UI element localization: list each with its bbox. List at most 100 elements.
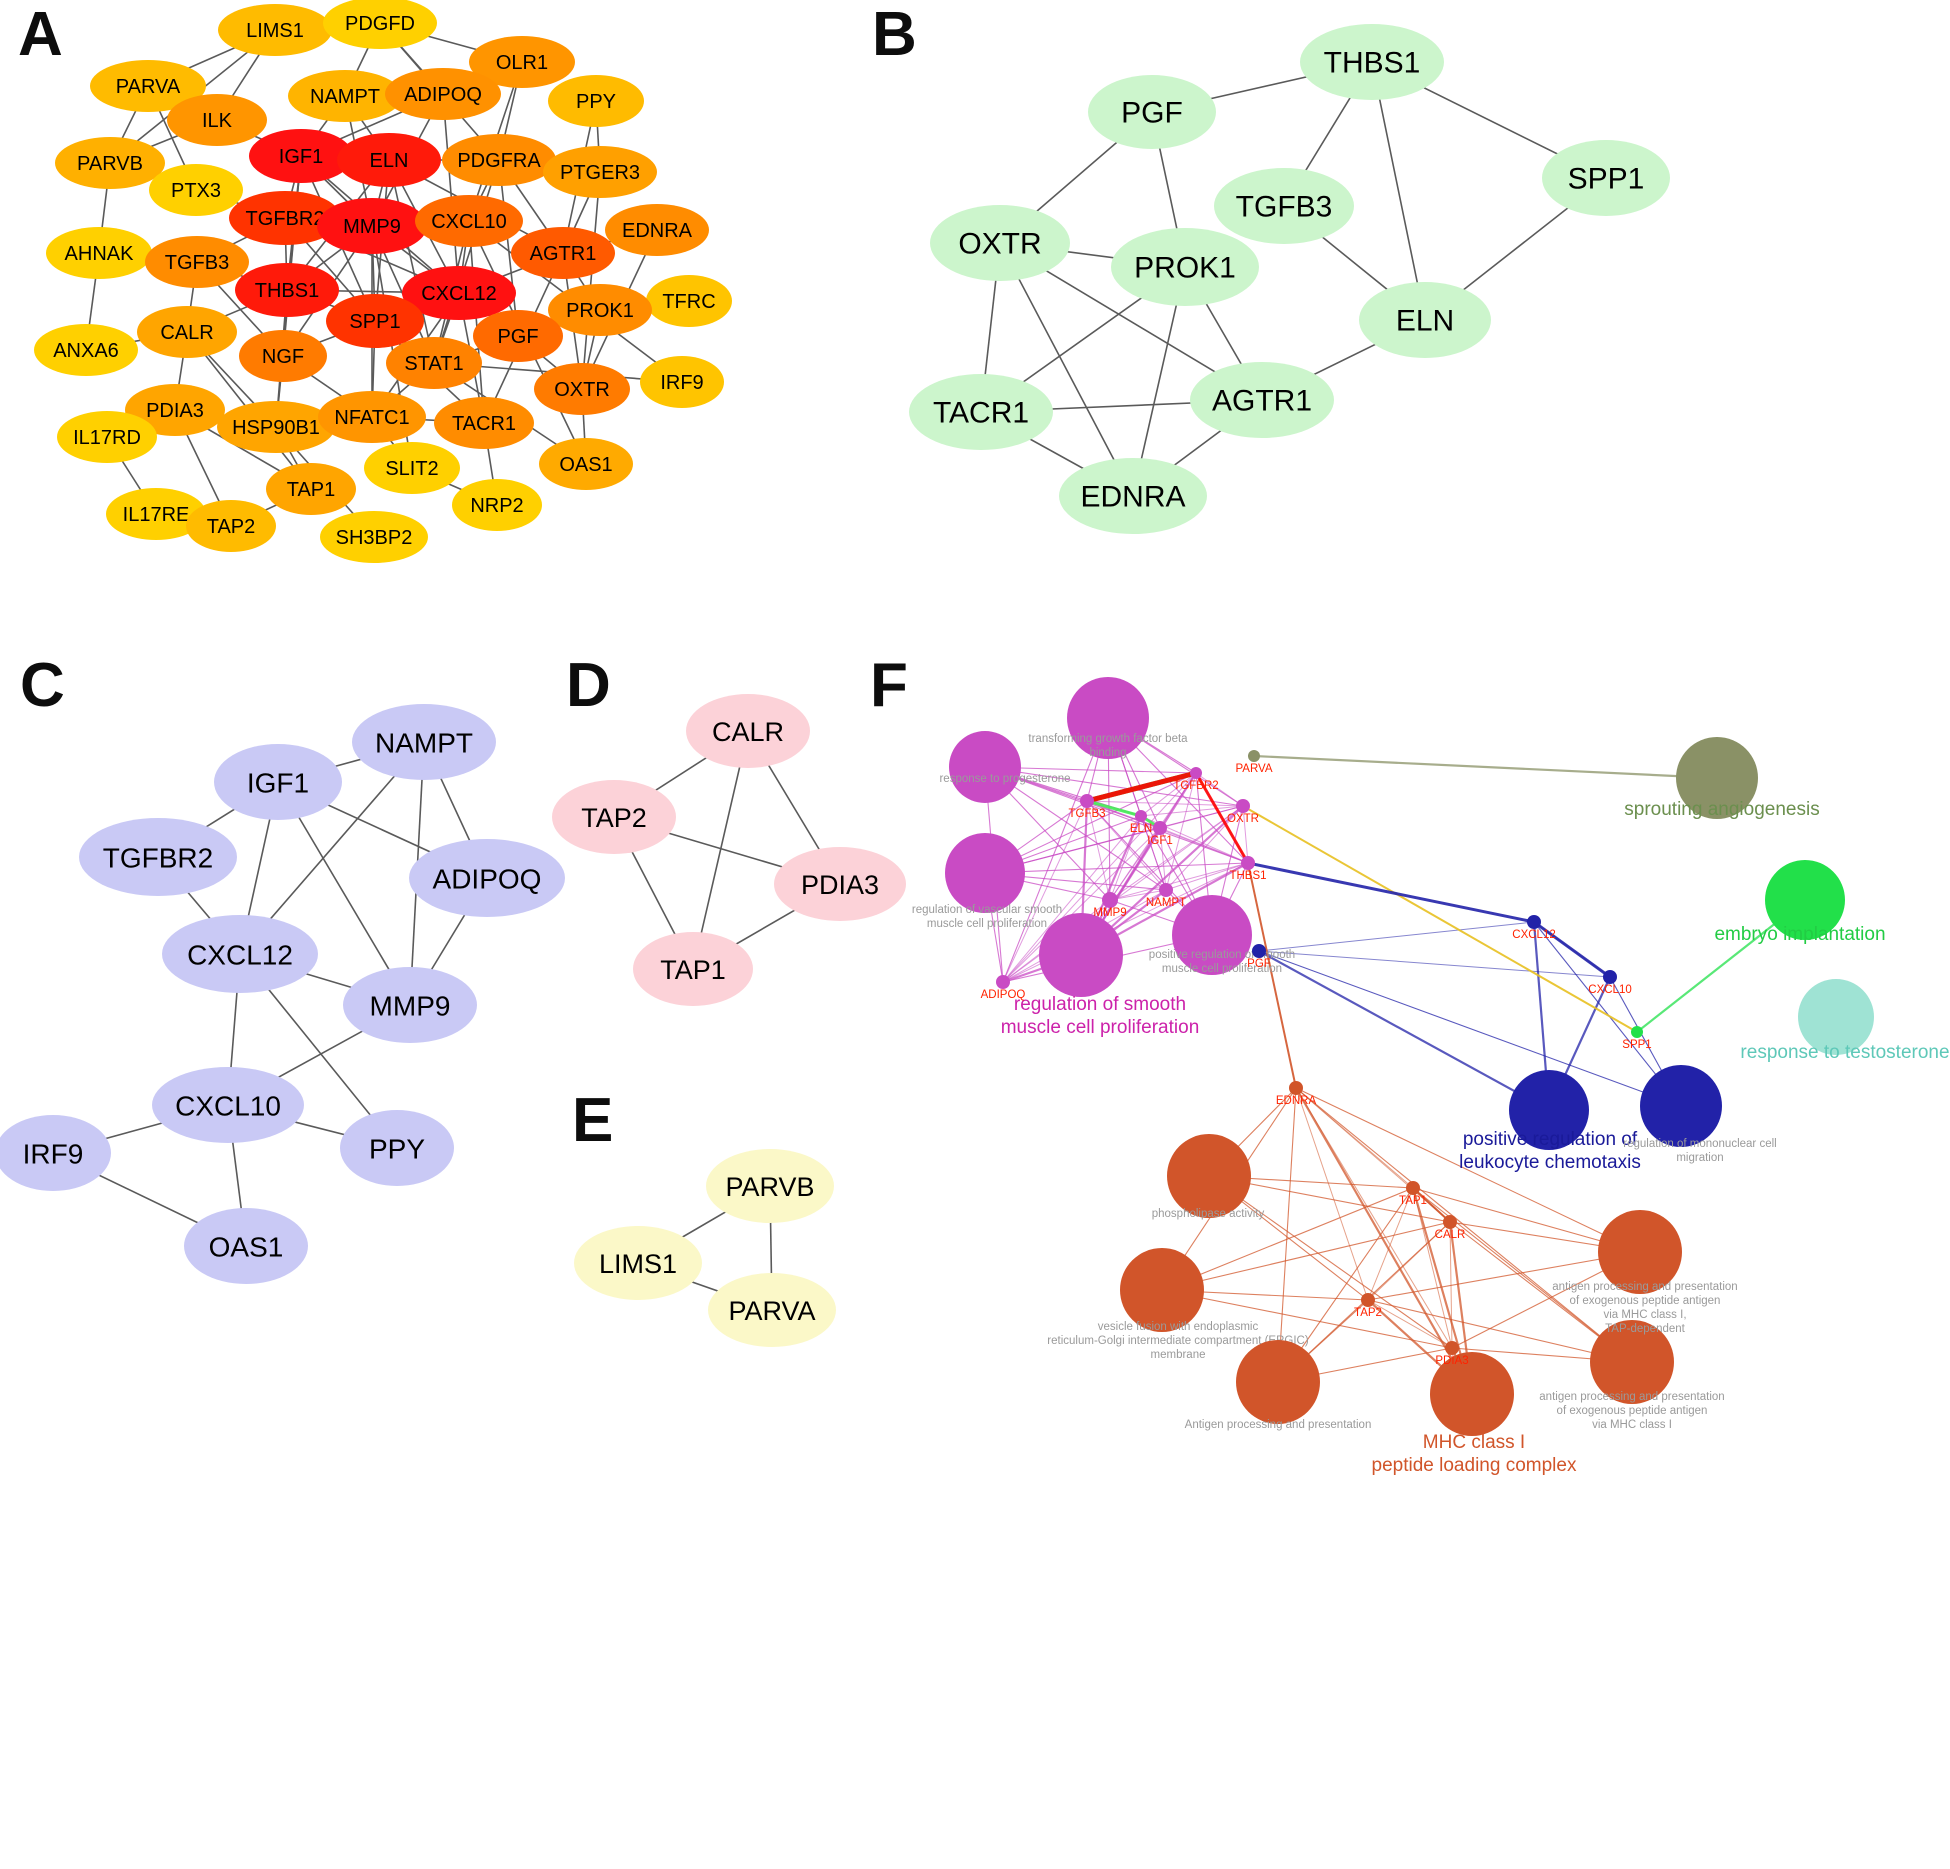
go-term-circle[interactable] — [945, 833, 1025, 913]
go-term-circle[interactable] — [949, 731, 1021, 803]
gene-dot[interactable] — [1159, 883, 1173, 897]
gene-dot[interactable] — [1241, 856, 1255, 870]
network-node[interactable]: CXCL10 — [152, 1067, 304, 1143]
network-node[interactable]: SPP1 — [326, 294, 424, 348]
network-node[interactable]: NAMPT — [352, 704, 496, 780]
network-node[interactable]: TAP2 — [552, 780, 676, 854]
go-term-circle[interactable] — [1120, 1248, 1204, 1332]
network-node[interactable]: OAS1 — [184, 1208, 308, 1284]
network-node[interactable]: PROK1 — [1111, 228, 1259, 306]
gene-dot[interactable] — [1445, 1341, 1459, 1355]
network-node[interactable]: LIMS1 — [218, 4, 332, 56]
gene-node[interactable]: CXCL10 — [1588, 970, 1632, 996]
network-node[interactable]: PARVB — [55, 137, 165, 189]
go-term-node[interactable]: embryo implantation — [1714, 860, 1886, 945]
network-node[interactable]: PPY — [548, 75, 644, 127]
network-node[interactable]: THBS1 — [1300, 24, 1444, 100]
gene-dot[interactable] — [1248, 750, 1260, 762]
network-node[interactable]: TGFB3 — [145, 236, 249, 288]
network-node[interactable]: PPY — [340, 1110, 454, 1186]
go-term-node[interactable]: positive regulation ofleukocyte chemotax… — [1459, 1070, 1641, 1173]
network-node[interactable]: TFRC — [646, 275, 732, 327]
gene-dot[interactable] — [1361, 1293, 1375, 1307]
network-node[interactable]: IRF9 — [640, 356, 724, 408]
gene-node[interactable]: TAP1 — [1399, 1181, 1427, 1207]
network-node[interactable]: HSP90B1 — [217, 401, 335, 453]
network-node[interactable]: NAMPT — [288, 70, 402, 122]
go-term-node[interactable]: transforming growth factor beta binding — [1028, 677, 1188, 759]
network-node[interactable]: TGFBR2 — [79, 818, 237, 896]
go-term-circle[interactable] — [1039, 913, 1123, 997]
go-term-circle[interactable] — [1640, 1065, 1722, 1147]
go-term-node[interactable]: sprouting angiogenesis — [1624, 737, 1820, 820]
go-term-node[interactable]: antigen processing and presentation of ex… — [1539, 1320, 1725, 1431]
gene-dot[interactable] — [1135, 810, 1147, 822]
gene-dot[interactable] — [1527, 915, 1541, 929]
network-node[interactable]: CXCL12 — [162, 915, 318, 993]
network-node[interactable]: PROK1 — [548, 284, 652, 336]
gene-dot[interactable] — [1190, 767, 1202, 779]
network-node[interactable]: ADIPOQ — [409, 839, 565, 917]
network-node[interactable]: SLIT2 — [364, 442, 460, 494]
network-node[interactable]: PTGER3 — [543, 146, 657, 198]
network-node[interactable]: ANXA6 — [34, 324, 138, 376]
network-node[interactable]: SH3BP2 — [320, 511, 428, 563]
network-node[interactable]: NGF — [239, 330, 327, 382]
network-node[interactable]: TAP2 — [186, 500, 276, 552]
go-term-node[interactable]: Antigen processing and presentation — [1185, 1340, 1372, 1431]
network-node[interactable]: IL17RD — [57, 411, 157, 463]
gene-node[interactable]: MMP9 — [1093, 892, 1127, 919]
go-term-circle[interactable] — [1167, 1134, 1251, 1218]
network-node[interactable]: EDNRA — [605, 204, 709, 256]
network-node[interactable]: TACR1 — [434, 397, 534, 449]
network-node[interactable]: NFATC1 — [318, 391, 426, 443]
gene-dot[interactable] — [1289, 1081, 1303, 1095]
go-term-node[interactable]: phospholipase activity — [1152, 1134, 1265, 1220]
gene-dot[interactable] — [1102, 892, 1118, 908]
go-term-node[interactable]: regulation of mononuclear cell migration — [1623, 1065, 1777, 1164]
gene-node[interactable]: SPP1 — [1622, 1026, 1652, 1051]
network-node[interactable]: CALR — [137, 306, 237, 358]
network-node[interactable]: AHNAK — [46, 227, 152, 279]
network-node[interactable]: PDIA3 — [774, 847, 906, 921]
network-node[interactable]: TAP1 — [633, 932, 753, 1006]
gene-dot[interactable] — [996, 975, 1010, 989]
go-term-circle[interactable] — [1236, 1340, 1320, 1424]
gene-dot[interactable] — [1603, 970, 1617, 984]
network-node[interactable]: ADIPOQ — [385, 68, 501, 120]
gene-dot[interactable] — [1252, 944, 1266, 958]
network-node[interactable]: AGTR1 — [511, 227, 615, 279]
network-node[interactable]: TGFB3 — [1214, 168, 1354, 244]
network-node[interactable]: MMP9 — [317, 198, 427, 254]
gene-dot[interactable] — [1236, 799, 1250, 813]
network-node[interactable]: IRF9 — [0, 1115, 111, 1191]
network-node[interactable]: PGF — [1088, 75, 1216, 149]
network-node[interactable]: MMP9 — [343, 967, 477, 1043]
network-node[interactable]: OXTR — [930, 205, 1070, 281]
network-node[interactable]: PARVA — [708, 1273, 836, 1347]
go-term-node[interactable]: response to testosterone — [1740, 979, 1950, 1063]
network-node[interactable]: NRP2 — [452, 479, 542, 531]
gene-node[interactable]: CALR — [1435, 1215, 1466, 1241]
network-node[interactable]: ELN — [337, 133, 441, 187]
gene-dot[interactable] — [1080, 794, 1094, 808]
network-node[interactable]: ELN — [1359, 282, 1491, 358]
network-node[interactable]: LIMS1 — [574, 1226, 702, 1300]
gene-dot[interactable] — [1443, 1215, 1457, 1229]
network-node[interactable]: PGF — [473, 310, 563, 362]
network-node[interactable]: AGTR1 — [1190, 362, 1334, 438]
network-node[interactable]: TAP1 — [266, 463, 356, 515]
network-node[interactable]: TACR1 — [909, 374, 1053, 450]
network-node[interactable]: OXTR — [534, 363, 630, 415]
network-node[interactable]: OAS1 — [539, 438, 633, 490]
network-node[interactable]: PDGFRA — [442, 134, 556, 186]
network-node[interactable]: CXCL10 — [415, 195, 523, 247]
network-node[interactable]: IGF1 — [214, 744, 342, 820]
network-node[interactable]: SPP1 — [1542, 140, 1670, 216]
network-node[interactable]: EDNRA — [1059, 458, 1207, 534]
network-node[interactable]: STAT1 — [386, 337, 482, 389]
gene-node[interactable]: TGFBR2 — [1173, 767, 1219, 792]
go-term-node[interactable]: antigen processing and presentation of ex… — [1552, 1210, 1738, 1335]
network-node[interactable]: IGF1 — [249, 129, 353, 183]
gene-node[interactable]: EDNRA — [1276, 1081, 1317, 1107]
